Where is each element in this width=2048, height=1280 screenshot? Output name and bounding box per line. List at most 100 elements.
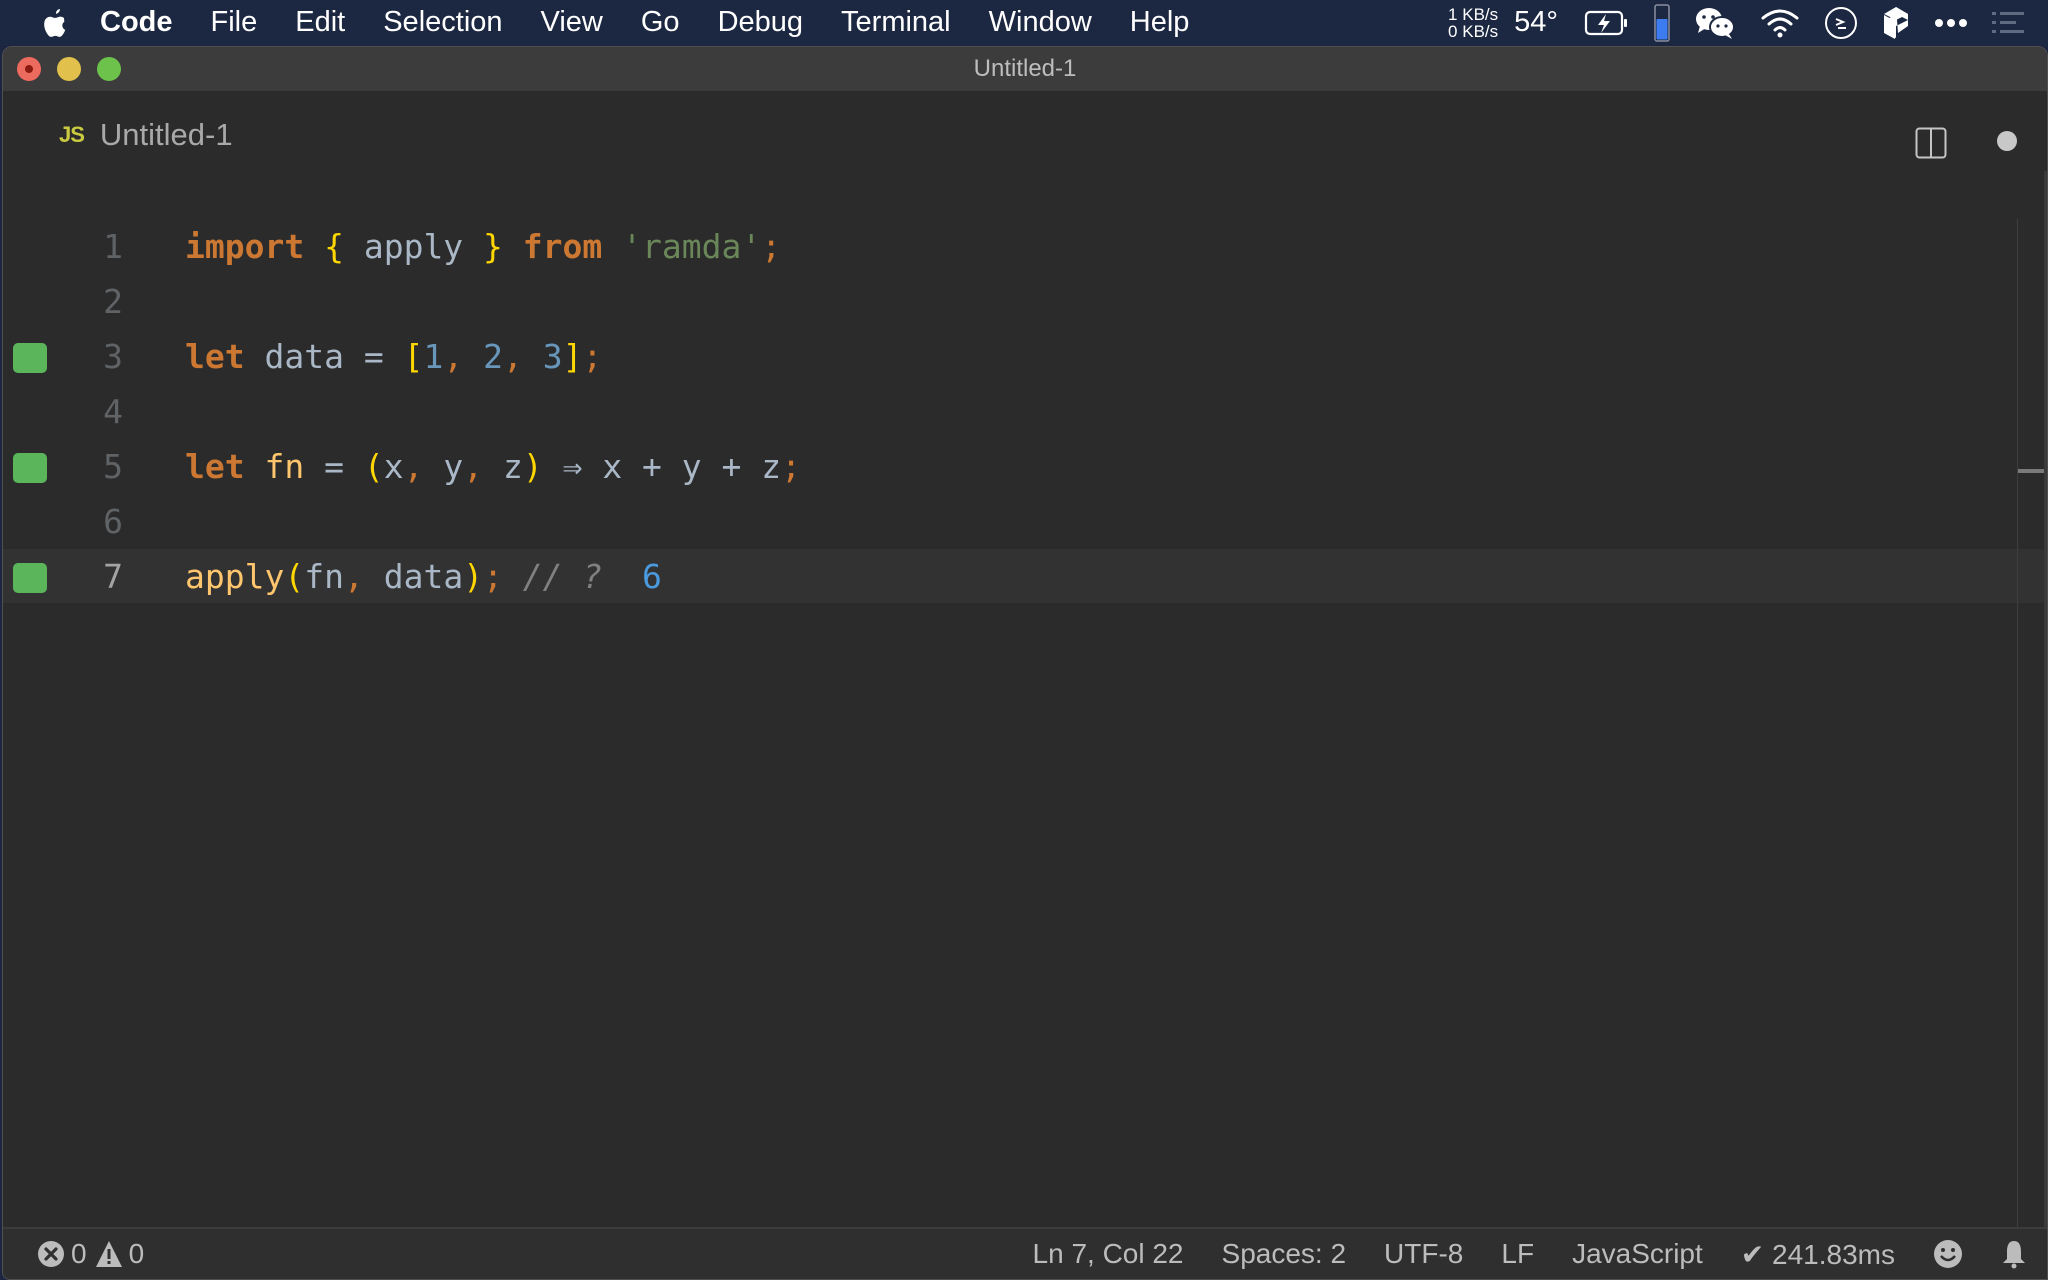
network-download: 0 KB/s [1448,21,1499,41]
line-number: 3 [103,337,123,376]
warning-icon [95,1241,122,1267]
code-token: data [363,557,464,596]
overview-ruler-border [2017,219,2018,1279]
menu-help[interactable]: Help [1130,6,1190,39]
coverage-marker-icon [13,453,47,483]
temperature[interactable]: 54° [1514,6,1558,39]
code-token: , [403,447,424,486]
more-icon[interactable] [1934,18,1968,28]
code-token: ) [463,557,484,596]
split-editor-icon [1915,127,1947,159]
wifi-icon[interactable] [1760,8,1800,38]
end-of-line[interactable]: LF [1501,1238,1534,1270]
menu-view[interactable]: View [541,6,603,39]
minimize-window-button[interactable] [57,57,81,81]
code-token: fn [304,557,344,596]
menu-file[interactable]: File [211,6,258,39]
code-token: import [185,227,305,266]
menu-debug[interactable]: Debug [718,6,803,39]
cursor-position[interactable]: Ln 7, Col 22 [1033,1238,1184,1270]
code-editor[interactable]: 1 import { apply } from 'ramda'; 2 3 let dat… [3,171,2047,1279]
tab-untitled-1[interactable]: JS Untitled-1 [59,117,233,153]
quokka-timing[interactable]: ✔ 241.83ms [1741,1238,1895,1271]
indentation[interactable]: Spaces: 2 [1222,1238,1347,1270]
encoding[interactable]: UTF-8 [1384,1238,1463,1270]
code-token: x [383,447,404,486]
code-token: 2 [483,337,503,376]
code-token: data = [244,337,404,376]
code-token: { [324,227,344,266]
maximize-window-button[interactable] [97,57,121,81]
close-window-button[interactable] [17,57,41,81]
unsaved-changes-dot-icon[interactable] [1997,131,2017,151]
code-token: 3 [542,337,563,376]
code-token: fn [264,447,305,486]
line-number: 1 [103,227,123,266]
menu-bar-tray: 1 KB/s 0 KB/s 54° [1448,0,2048,45]
battery-level-icon[interactable] [1654,3,1670,42]
terminal-icon[interactable] [1824,6,1858,40]
split-editor-button[interactable] [1915,127,1947,164]
code-token: ; [761,227,782,266]
coverage-marker-icon [13,563,47,593]
menu-go[interactable]: Go [641,6,680,39]
code-token: ⇒ x + y + z [542,447,782,486]
code-token: , [502,337,523,376]
code-token: let [185,447,245,486]
code-token: , [463,447,484,486]
code-line[interactable]: 6 [3,494,2047,548]
code-token: ; [483,557,503,596]
code-token: ( [363,447,384,486]
title-bar: Untitled-1 [3,47,2047,91]
notifications-bell-icon[interactable] [2001,1239,2027,1269]
menu-code[interactable]: Code [100,6,173,39]
line-number: 5 [103,447,123,486]
feedback-smiley-icon[interactable] [1933,1239,1963,1269]
code-text: let data = [1, 2, 3]; [185,337,602,376]
line-number: 2 [103,282,123,321]
code-line[interactable]: 4 [3,384,2047,438]
list-icon[interactable] [1992,11,2024,35]
code-line[interactable]: 5 let fn = (x, y, z) ⇒ x + y + z; [3,439,2047,493]
code-token: apply [185,557,285,596]
code-line[interactable]: 2 [3,274,2047,328]
code-token: [ [403,337,424,376]
window-title: Untitled-1 [973,55,1077,82]
code-line[interactable]: 7 apply(fn, data); // ? 6 [3,549,2047,603]
tab-label: Untitled-1 [99,117,233,152]
apple-logo-icon[interactable] [40,7,70,39]
app-icon[interactable] [1882,6,1910,40]
code-token: let [185,337,245,376]
menu-window[interactable]: Window [989,6,1092,39]
menu-edit[interactable]: Edit [295,6,345,39]
coverage-marker-icon [13,343,47,373]
code-line[interactable]: 3 let data = [1, 2, 3]; [3,329,2047,383]
code-token: from [522,227,603,266]
code-token: 'ramda' [622,227,762,266]
error-count: 0 [71,1238,87,1269]
menu-terminal[interactable]: Terminal [841,6,951,39]
code-token: z [483,447,523,486]
macos-menu-bar: Code File Edit Selection View Go Debug T… [0,0,2048,45]
battery-charging-icon[interactable] [1584,9,1630,37]
code-text: let fn = (x, y, z) ⇒ x + y + z; [185,447,801,486]
code-token: // ? [502,557,623,596]
code-token: apply [343,227,484,266]
network-upload: 1 KB/s [1448,4,1499,24]
code-line[interactable]: 1 import { apply } from 'ramda'; [3,219,2047,273]
network-speed[interactable]: 1 KB/s 0 KB/s [1448,6,1498,40]
status-bar: 0 0 Ln 7, Col 22 Spaces: 2 UTF-8 LF Java… [3,1227,2047,1279]
wechat-icon[interactable] [1694,6,1736,40]
problems-indicator[interactable]: 0 0 [37,1238,152,1270]
language-mode[interactable]: JavaScript [1572,1238,1703,1270]
code-token: ; [781,447,802,486]
code-token: ) [522,447,543,486]
menu-selection[interactable]: Selection [383,6,502,39]
code-token: 1 [423,337,444,376]
code-token: y [423,447,464,486]
vertical-scrollbar[interactable] [2044,171,2047,1231]
